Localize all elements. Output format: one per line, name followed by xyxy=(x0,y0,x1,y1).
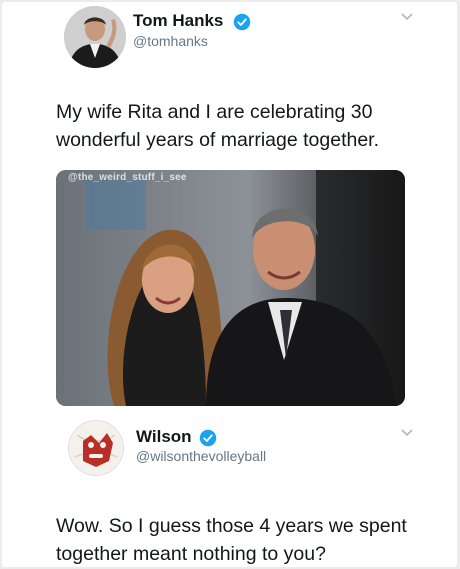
tweet-text: Wow. So I guess those 4 years we spent t… xyxy=(56,515,407,565)
author-name[interactable]: Tom Hanks xyxy=(133,11,223,31)
avatar-tomhanks[interactable] xyxy=(64,6,126,68)
volleyball-face-icon xyxy=(70,422,122,474)
chevron-down-icon[interactable] xyxy=(400,12,414,22)
tweet-photo[interactable]: @the_weird_stuff_i_see xyxy=(56,170,405,406)
avatar-wilson[interactable] xyxy=(68,420,124,476)
author-handle[interactable]: @tomhanks xyxy=(133,33,208,49)
avatar-photo-icon xyxy=(64,6,126,68)
couple-photo xyxy=(56,170,405,406)
tweet-stack: Tom Hanks @tomhanks My wife Rita and I a… xyxy=(2,2,457,567)
author-name[interactable]: Wilson xyxy=(136,427,192,447)
author-handle[interactable]: @wilsonthevolleyball xyxy=(136,448,266,464)
verified-badge-icon xyxy=(233,13,251,31)
photo-watermark: @the_weird_stuff_i_see xyxy=(68,172,187,183)
chevron-down-icon[interactable] xyxy=(400,428,414,438)
tweet-text: My wife Rita and I are celebrating 30 wo… xyxy=(56,101,380,151)
verified-badge-icon xyxy=(199,429,217,447)
